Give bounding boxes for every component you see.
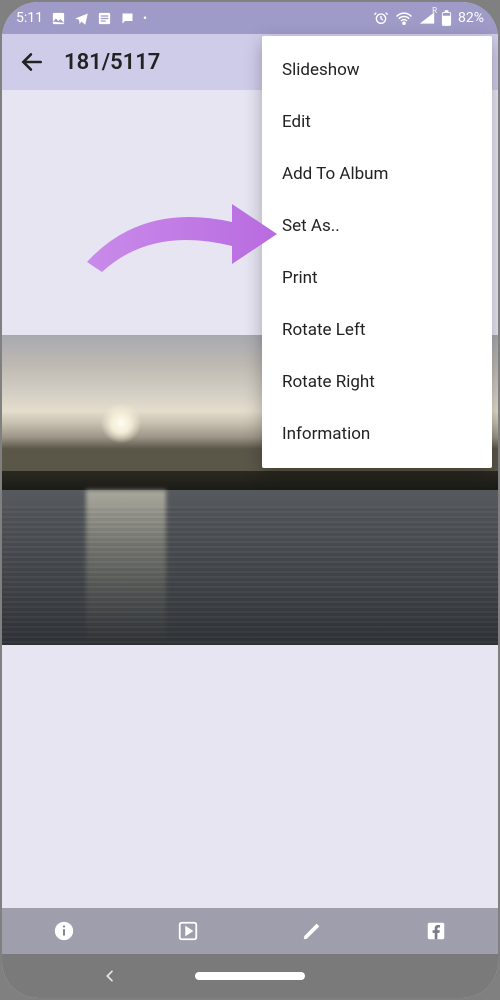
messages-icon	[120, 11, 135, 26]
menu-item-rotate-left[interactable]: Rotate Left	[262, 304, 492, 356]
bottom-action-bar	[2, 908, 498, 954]
annotation-arrow	[82, 192, 282, 286]
photo-ripples	[2, 506, 498, 646]
battery-icon	[441, 10, 452, 27]
menu-item-label: Information	[282, 424, 370, 444]
slideshow-button[interactable]	[173, 916, 203, 946]
menu-item-label: Rotate Right	[282, 372, 375, 392]
photo-treeline	[2, 471, 498, 490]
battery-percent: 82%	[458, 10, 484, 26]
facebook-icon	[425, 920, 447, 942]
photo-counter: 181/5117	[64, 50, 160, 75]
menu-item-label: Add To Album	[282, 164, 388, 184]
menu-item-label: Set As..	[282, 216, 340, 236]
more-dot-icon: •	[143, 11, 147, 25]
share-facebook-button[interactable]	[421, 916, 451, 946]
menu-item-add-to-album[interactable]: Add To Album	[262, 148, 492, 200]
menu-item-print[interactable]: Print	[262, 252, 492, 304]
chevron-left-icon	[102, 968, 118, 984]
nav-back-button[interactable]	[102, 968, 118, 988]
back-button[interactable]	[14, 44, 50, 80]
signal-icon: R	[419, 11, 435, 25]
status-bar: 5:11 •	[2, 2, 498, 34]
menu-item-set-as[interactable]: Set As..	[262, 200, 492, 252]
telegram-icon	[74, 11, 89, 26]
news-icon	[97, 11, 112, 26]
alarm-icon	[373, 10, 389, 26]
gallery-icon	[51, 11, 66, 26]
status-time: 5:11	[16, 10, 43, 26]
screen: 5:11 •	[2, 2, 498, 998]
arrow-left-icon	[19, 49, 45, 75]
menu-item-information[interactable]: Information	[262, 408, 492, 460]
edit-button[interactable]	[297, 916, 327, 946]
menu-item-slideshow[interactable]: Slideshow	[262, 44, 492, 96]
overflow-menu: Slideshow Edit Add To Album Set As.. Pri…	[262, 36, 492, 468]
menu-item-rotate-right[interactable]: Rotate Right	[262, 356, 492, 408]
android-nav-bar	[2, 954, 498, 998]
menu-item-label: Slideshow	[282, 60, 360, 80]
play-square-icon	[177, 920, 199, 942]
info-button[interactable]	[49, 916, 79, 946]
pencil-icon	[301, 920, 323, 942]
info-icon	[53, 920, 75, 942]
menu-item-label: Rotate Left	[282, 320, 365, 340]
menu-item-label: Print	[282, 268, 318, 288]
device-frame: 5:11 •	[0, 0, 500, 1000]
wifi-icon	[395, 10, 413, 26]
menu-item-label: Edit	[282, 112, 311, 132]
menu-item-edit[interactable]: Edit	[262, 96, 492, 148]
nav-home-pill[interactable]	[195, 972, 305, 980]
